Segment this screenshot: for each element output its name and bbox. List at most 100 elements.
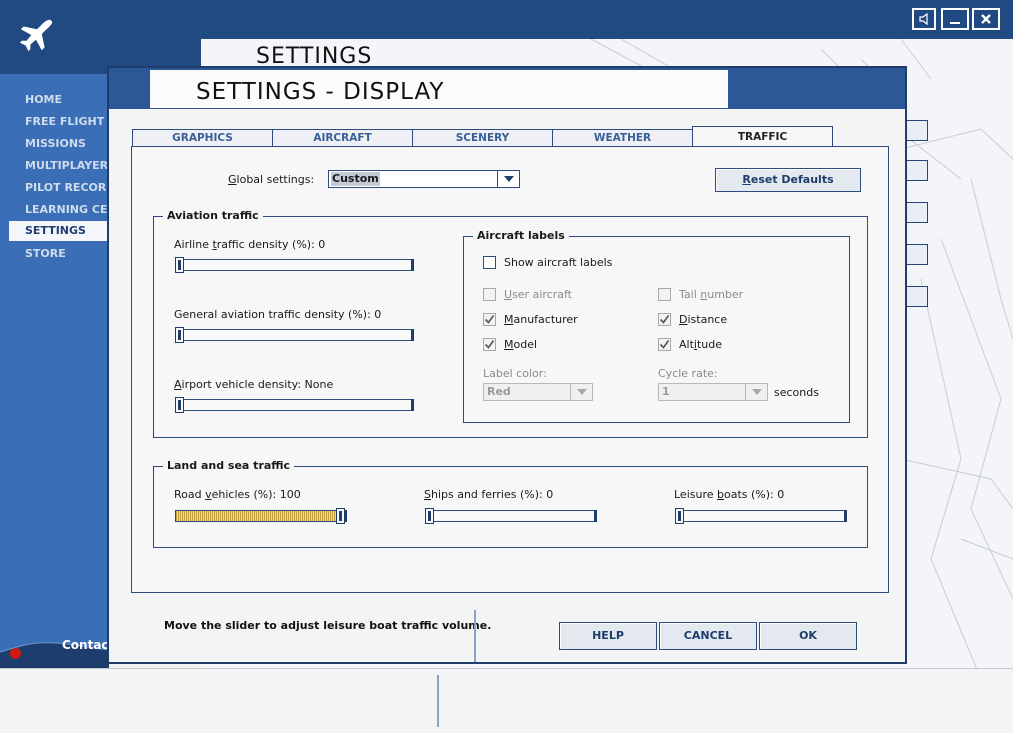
ships-ferries-label: Ships and ferries (%): 0: [424, 488, 554, 501]
traffic-tab-panel: Global settings: Custom Reset Defaults A…: [131, 146, 889, 593]
slider-thumb[interactable]: [675, 508, 684, 524]
close-button[interactable]: [972, 8, 1000, 30]
settings-display-dialog: SETTINGS - DISPLAY GRAPHICS AIRCRAFT SCE…: [107, 66, 907, 664]
slider-endcap: [411, 399, 414, 411]
sound-button[interactable]: [912, 8, 936, 30]
tab-aircraft[interactable]: AIRCRAFT: [272, 129, 413, 147]
cycle-rate-label: Cycle rate:: [658, 367, 718, 380]
slider-track: [425, 510, 597, 522]
label-color-select: Red: [483, 383, 593, 401]
altitude-label: Altitude: [679, 338, 723, 351]
background-button: [905, 244, 928, 265]
background-button: [905, 202, 928, 223]
manufacturer-label: Manufacturer: [504, 313, 578, 326]
tail-number-label: Tail number: [679, 288, 744, 301]
ships-ferries-slider[interactable]: [425, 508, 597, 524]
sidebar-item-free-flight[interactable]: FREE FLIGHT: [9, 112, 109, 132]
slider-thumb[interactable]: [336, 508, 345, 524]
background-button: [905, 160, 928, 181]
airplane-logo-icon: [19, 19, 53, 52]
label-color-value: Red: [487, 385, 511, 398]
status-hint-text: Move the slider to adjust leisure boat t…: [164, 619, 492, 632]
tab-weather[interactable]: WEATHER: [552, 129, 693, 147]
tab-graphics[interactable]: GRAPHICS: [132, 129, 273, 147]
global-settings-label: Global settings:: [228, 173, 315, 186]
chevron-down-icon: [497, 171, 519, 187]
minimize-icon: [950, 22, 960, 24]
slider-endcap: [594, 510, 597, 522]
background-button: [905, 286, 928, 307]
dialog-title: SETTINGS - DISPLAY: [196, 79, 445, 105]
label-color-label: Label color:: [483, 367, 547, 380]
global-settings-select[interactable]: Custom: [328, 170, 520, 188]
sidebar-item-store[interactable]: STORE: [9, 244, 109, 264]
sidebar-item-multiplayer[interactable]: MULTIPLAYER: [9, 156, 109, 176]
sidebar-item-pilot-records[interactable]: PILOT RECORDS: [9, 178, 109, 198]
bottom-strip: [0, 668, 1013, 733]
airline-traffic-label: Airline traffic density (%): 0: [174, 238, 326, 251]
leisure-boats-slider[interactable]: [675, 508, 847, 524]
airport-vehicle-slider[interactable]: [175, 397, 414, 413]
sidebar-item-learning-center[interactable]: LEARNING CENTER: [9, 200, 109, 220]
slider-thumb[interactable]: [425, 508, 434, 524]
show-aircraft-labels-label: Show aircraft labels: [504, 256, 613, 269]
divider: [474, 610, 476, 662]
contact-label: Contact: [62, 638, 109, 652]
sidebar-item-home[interactable]: HOME: [9, 90, 109, 110]
checkmark-icon: [659, 340, 670, 349]
slider-endcap: [411, 329, 414, 341]
checkmark-icon: [484, 315, 495, 324]
slider-track: [175, 399, 414, 411]
slider-thumb[interactable]: [175, 327, 184, 343]
minimize-button[interactable]: [941, 8, 969, 30]
checkmark-icon: [659, 315, 670, 324]
slider-track: [675, 510, 847, 522]
contact-bar[interactable]: Contact: [0, 636, 109, 668]
tab-scenery[interactable]: SCENERY: [412, 129, 553, 147]
aviation-traffic-group: Aviation traffic Airline traffic density…: [153, 209, 868, 438]
user-aircraft-checkbox: [483, 288, 496, 301]
airline-traffic-slider[interactable]: [175, 257, 414, 273]
altitude-checkbox: [658, 338, 671, 351]
cycle-rate-value: 1: [662, 385, 670, 398]
user-aircraft-label: User aircraft: [504, 288, 572, 301]
road-vehicles-slider[interactable]: [175, 508, 347, 524]
sidebar: HOME FREE FLIGHT MISSIONS MULTIPLAYER PI…: [0, 74, 109, 668]
airport-vehicle-label: Airport vehicle density: None: [174, 378, 334, 391]
background-button: [905, 120, 928, 141]
tab-traffic[interactable]: TRAFFIC: [692, 126, 833, 148]
slider-track: [175, 259, 414, 271]
sidebar-item-missions[interactable]: MISSIONS: [9, 134, 109, 154]
ok-button[interactable]: OK: [759, 622, 857, 650]
sound-icon: [919, 13, 928, 25]
general-aviation-slider[interactable]: [175, 327, 414, 343]
global-settings-value: Custom: [331, 172, 380, 186]
sidebar-item-settings[interactable]: SETTINGS: [9, 221, 109, 241]
checkmark-icon: [484, 340, 495, 349]
dialog-header: SETTINGS - DISPLAY: [109, 68, 905, 109]
dialog-title-box: SETTINGS - DISPLAY: [150, 70, 728, 108]
slider-endcap: [411, 259, 414, 271]
slider-fill: [176, 511, 337, 521]
aircraft-labels-group: Aircraft labels Show aircraft labels Use…: [463, 229, 850, 423]
land-sea-traffic-title: Land and sea traffic: [163, 459, 295, 472]
aviation-traffic-title: Aviation traffic: [163, 209, 263, 222]
chevron-down-icon: [570, 384, 592, 400]
cancel-button[interactable]: CANCEL: [659, 622, 757, 650]
chevron-down-icon: [745, 384, 767, 400]
model-label: Model: [504, 338, 538, 351]
show-aircraft-labels-checkbox[interactable]: [483, 256, 496, 269]
road-vehicles-label: Road vehicles (%): 100: [174, 488, 301, 501]
model-checkbox: [483, 338, 496, 351]
divider: [437, 675, 439, 727]
manufacturer-checkbox: [483, 313, 496, 326]
reset-defaults-button[interactable]: Reset Defaults: [715, 168, 861, 192]
slider-endcap: [844, 510, 847, 522]
help-button[interactable]: HELP: [559, 622, 657, 650]
aircraft-labels-title: Aircraft labels: [473, 229, 569, 242]
land-sea-traffic-group: Land and sea traffic Road vehicles (%): …: [153, 459, 868, 548]
general-aviation-label: General aviation traffic density (%): 0: [174, 308, 382, 321]
slider-thumb[interactable]: [175, 257, 184, 273]
status-dot-icon: [10, 648, 21, 659]
slider-thumb[interactable]: [175, 397, 184, 413]
